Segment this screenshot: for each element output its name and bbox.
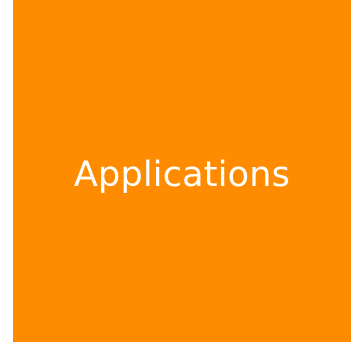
applications-tile[interactable]: Applications (13, 0, 351, 342)
tile-label: Applications (73, 155, 291, 195)
